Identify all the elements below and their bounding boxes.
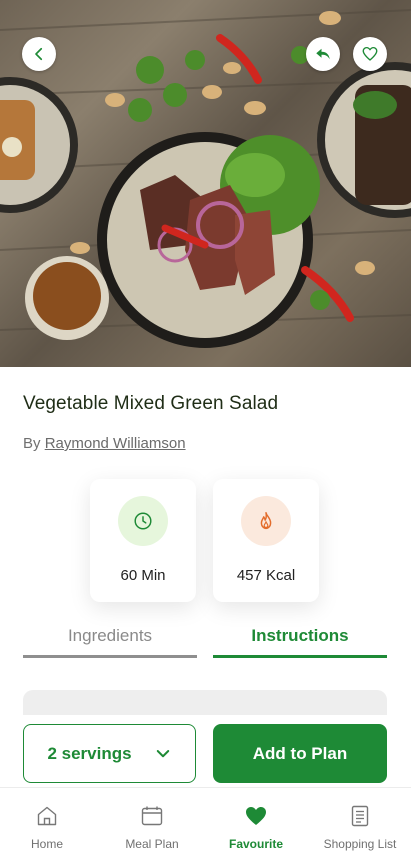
nav-favourite-label: Favourite (228, 837, 283, 851)
clock-icon (134, 512, 152, 530)
add-to-plan-button[interactable]: Add to Plan (213, 724, 387, 783)
calories-card: 457 Kcal (213, 479, 319, 602)
flame-icon (260, 512, 272, 530)
heart-icon (246, 807, 266, 825)
servings-dropdown[interactable]: 2 servings (23, 724, 196, 783)
tab-ingredients[interactable]: Ingredients (23, 626, 197, 658)
nav-meal-plan-label: Meal Plan (125, 837, 179, 851)
list-document-icon (351, 805, 369, 827)
calories-value: 457 Kcal (236, 567, 296, 584)
share-button[interactable] (306, 37, 340, 71)
action-bar: 2 servings Add to Plan (0, 715, 411, 787)
nav-item-shopping-list[interactable]: Shopping List (310, 788, 410, 860)
favorite-button[interactable] (353, 37, 387, 71)
clock-icon-circle (118, 496, 168, 546)
tab-instructions[interactable]: Instructions (213, 626, 387, 658)
byline-prefix: By (23, 435, 41, 452)
recipe-title: Vegetable Mixed Green Salad (23, 393, 279, 414)
servings-label: 2 servings (47, 743, 132, 763)
back-button[interactable] (22, 37, 56, 71)
nav-item-meal-plan[interactable]: Meal Plan (112, 788, 192, 860)
nav-home-label: Home (30, 837, 63, 851)
home-icon (37, 806, 57, 826)
chevron-down-icon (156, 749, 169, 757)
chevron-left-icon (35, 47, 43, 61)
nav-shopping-list-label: Shopping List (323, 837, 397, 851)
calendar-icon (141, 806, 163, 826)
recipe-byline: By Raymond Williamson (23, 435, 186, 452)
cook-time-card: 60 Min (90, 479, 196, 602)
bottom-navigation: Home Meal Plan Favourite Shopping List (0, 787, 411, 860)
food-photo (0, 9, 411, 348)
recipe-hero-image (0, 0, 411, 367)
nav-item-home[interactable]: Home (12, 788, 82, 860)
add-to-plan-label: Add to Plan (252, 743, 348, 763)
heart-outline-icon (362, 46, 378, 61)
cook-time-value: 60 Min (120, 567, 166, 584)
author-link[interactable]: Raymond Williamson (45, 435, 186, 452)
nav-item-favourite[interactable]: Favourite (216, 788, 296, 860)
recipe-detail-screen: Vegetable Mixed Green Salad By Raymond W… (0, 0, 411, 860)
flame-icon-circle (241, 496, 291, 546)
reply-arrow-icon (316, 48, 330, 60)
